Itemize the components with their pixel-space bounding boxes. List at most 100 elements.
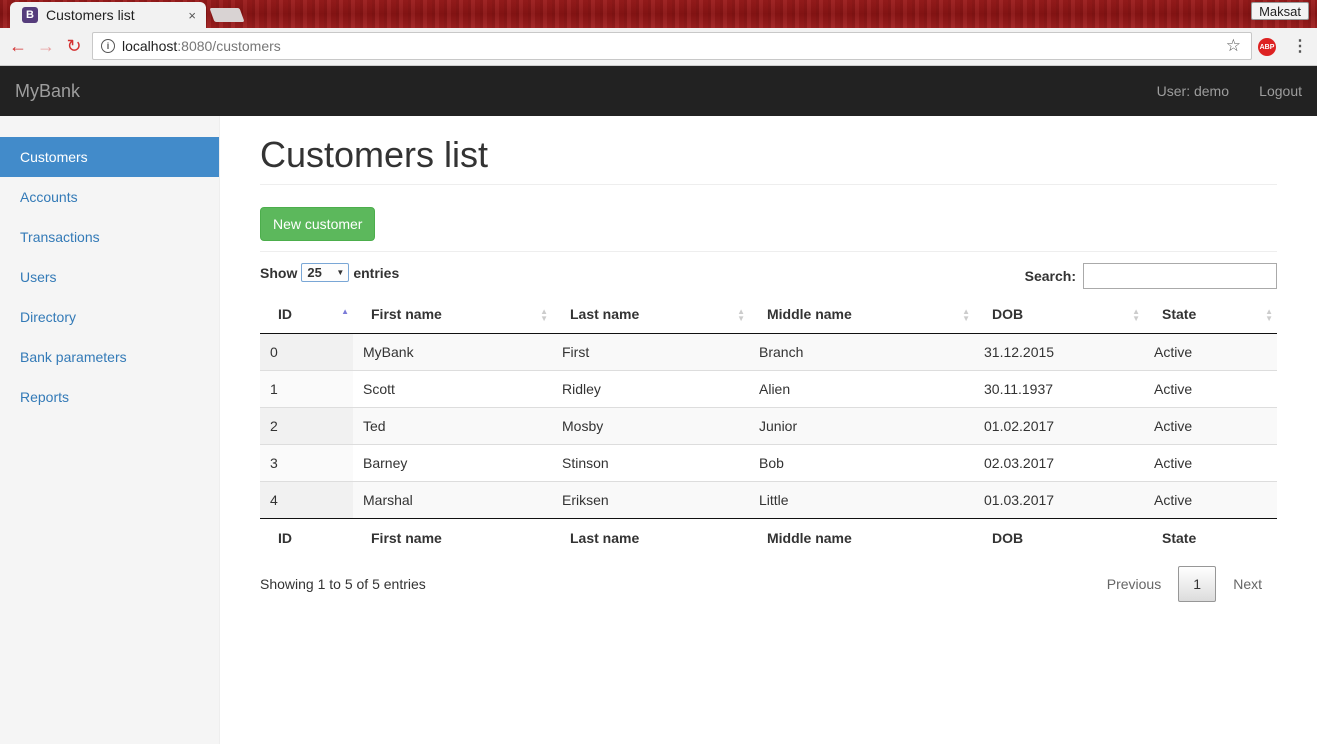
url-path: :8080/customers xyxy=(177,38,281,54)
cell-dob: 01.03.2017 xyxy=(974,480,1144,518)
sidebar-item-transactions[interactable]: Transactions xyxy=(0,217,219,257)
sort-ascending-icon: ▲ xyxy=(341,307,349,316)
browser-tabstrip: B Customers list × Maksat xyxy=(0,0,1317,28)
chevron-down-icon: ▼ xyxy=(336,268,345,277)
entries-length-select[interactable]: 25 ▼ xyxy=(301,263,350,282)
cell-middle-name: Bob xyxy=(749,443,974,481)
reload-icon[interactable]: ↻ xyxy=(60,33,88,61)
sidebar-item-directory[interactable]: Directory xyxy=(0,297,219,337)
column-header-dob[interactable]: DOB ▲ ▼ xyxy=(974,296,1144,334)
search-input[interactable] xyxy=(1083,263,1277,289)
cell-last-name: First xyxy=(552,333,749,370)
cell-id: 1 xyxy=(260,369,353,407)
cell-middle-name: Junior xyxy=(749,406,974,444)
cell-state: Active xyxy=(1144,369,1277,407)
browser-tab[interactable]: B Customers list × xyxy=(10,2,206,28)
table-row[interactable]: 1 Scott Ridley Alien 30.11.1937 Active xyxy=(260,369,1277,407)
cell-state: Active xyxy=(1144,480,1277,518)
footer-middle-name: Middle name xyxy=(749,517,974,558)
footer-last-name: Last name xyxy=(552,517,749,558)
cell-dob: 31.12.2015 xyxy=(974,333,1144,370)
sidebar: Customers Accounts Transactions Users Di… xyxy=(0,116,220,744)
cell-first-name: Scott xyxy=(353,369,552,407)
show-label: Show xyxy=(260,264,298,281)
cell-middle-name: Little xyxy=(749,480,974,518)
table-footer-controls: Showing 1 to 5 of 5 entries Previous 1 N… xyxy=(260,562,1277,622)
sort-both-icon: ▲ ▼ xyxy=(1265,307,1273,323)
cell-id: 3 xyxy=(260,443,353,481)
table-row[interactable]: 4 Marshal Eriksen Little 01.03.2017 Acti… xyxy=(260,480,1277,518)
app-navbar: MyBank User: demo Logout xyxy=(0,66,1317,116)
cell-first-name: MyBank xyxy=(353,333,552,370)
sidebar-item-accounts[interactable]: Accounts xyxy=(0,177,219,217)
pagination: Previous 1 Next xyxy=(1092,566,1277,602)
entries-info: Showing 1 to 5 of 5 entries xyxy=(260,576,426,592)
cell-state: Active xyxy=(1144,443,1277,481)
footer-id: ID xyxy=(260,517,353,558)
sidebar-item-bank-parameters[interactable]: Bank parameters xyxy=(0,337,219,377)
entries-label: entries xyxy=(353,264,400,281)
cell-dob: 02.03.2017 xyxy=(974,443,1144,481)
cell-last-name: Stinson xyxy=(552,443,749,481)
new-customer-button[interactable]: New customer xyxy=(260,207,376,241)
new-tab-button[interactable] xyxy=(209,8,245,22)
user-link[interactable]: User: demo xyxy=(1157,83,1229,99)
adblock-icon[interactable]: ABP xyxy=(1258,38,1276,56)
cell-last-name: Ridley xyxy=(552,369,749,407)
previous-page-button[interactable]: Previous xyxy=(1092,566,1176,602)
cell-id: 4 xyxy=(260,480,353,518)
browser-menu-icon[interactable]: ⋮ xyxy=(1292,36,1308,56)
cell-middle-name: Alien xyxy=(749,369,974,407)
cell-last-name: Mosby xyxy=(552,406,749,444)
cell-id: 0 xyxy=(260,333,353,370)
page-title: Customers list xyxy=(260,136,1277,185)
column-header-first-name[interactable]: First name ▲ ▼ xyxy=(353,296,552,334)
brand-link[interactable]: MyBank xyxy=(15,81,80,102)
main-content: Customers list New customer Show 25 ▼ en… xyxy=(260,116,1277,622)
next-page-button[interactable]: Next xyxy=(1218,566,1277,602)
column-header-last-name[interactable]: Last name ▲ ▼ xyxy=(552,296,749,334)
column-header-id[interactable]: ID ▲ xyxy=(260,296,353,334)
cell-first-name: Marshal xyxy=(353,480,552,518)
table-row[interactable]: 0 MyBank First Branch 31.12.2015 Active xyxy=(260,333,1277,370)
footer-first-name: First name xyxy=(353,517,552,558)
sort-both-icon: ▲ ▼ xyxy=(1132,307,1140,323)
sidebar-item-reports[interactable]: Reports xyxy=(0,377,219,417)
cell-dob: 30.11.1937 xyxy=(974,369,1144,407)
column-header-state[interactable]: State ▲ ▼ xyxy=(1144,296,1277,334)
cell-state: Active xyxy=(1144,406,1277,444)
column-header-middle-name[interactable]: Middle name ▲ ▼ xyxy=(749,296,974,334)
back-arrow-icon[interactable]: ← xyxy=(4,33,32,61)
close-tab-icon[interactable]: × xyxy=(188,8,196,23)
sidebar-item-customers[interactable]: Customers xyxy=(0,137,219,177)
info-icon[interactable]: i xyxy=(101,39,115,53)
browser-toolbar: ← → ↻ i localhost:8080/customers ☆ ABP ⋮ xyxy=(0,28,1317,66)
footer-dob: DOB xyxy=(974,517,1144,558)
customers-table: ID ▲ First name ▲ ▼ Last name ▲ ▼ Middle name… xyxy=(260,296,1277,558)
bookmark-star-icon[interactable]: ☆ xyxy=(1226,36,1241,56)
footer-state: State xyxy=(1144,517,1277,558)
forward-arrow-icon[interactable]: → xyxy=(32,33,60,61)
table-footer-row: ID First name Last name Middle name DOB … xyxy=(260,517,1277,558)
url-host: localhost xyxy=(122,38,178,54)
sort-both-icon: ▲ ▼ xyxy=(737,307,745,323)
bootstrap-favicon-icon: B xyxy=(22,7,38,23)
cell-first-name: Ted xyxy=(353,406,552,444)
entries-length-value: 25 xyxy=(307,265,322,280)
page-1-button[interactable]: 1 xyxy=(1178,566,1217,602)
address-bar[interactable]: i localhost:8080/customers ☆ xyxy=(92,32,1252,60)
cell-first-name: Barney xyxy=(353,443,552,481)
cell-last-name: Eriksen xyxy=(552,480,749,518)
entries-length-control: Show 25 ▼ entries xyxy=(260,263,399,282)
logout-link[interactable]: Logout xyxy=(1259,83,1302,99)
table-row[interactable]: 2 Ted Mosby Junior 01.02.2017 Active xyxy=(260,406,1277,444)
cell-middle-name: Branch xyxy=(749,333,974,370)
sort-both-icon: ▲ ▼ xyxy=(540,307,548,323)
sidebar-item-users[interactable]: Users xyxy=(0,257,219,297)
tab-title: Customers list xyxy=(46,7,135,23)
sort-both-icon: ▲ ▼ xyxy=(962,307,970,323)
table-header-row: ID ▲ First name ▲ ▼ Last name ▲ ▼ Middle name… xyxy=(260,296,1277,334)
profile-button[interactable]: Maksat xyxy=(1251,2,1309,20)
table-row[interactable]: 3 Barney Stinson Bob 02.03.2017 Active xyxy=(260,443,1277,481)
search-control: Search: xyxy=(1025,263,1277,289)
